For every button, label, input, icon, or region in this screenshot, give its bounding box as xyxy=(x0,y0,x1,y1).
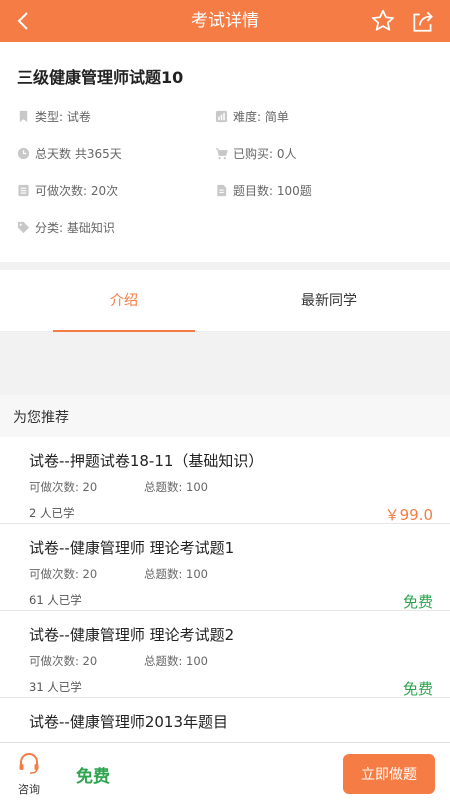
active-tab-indicator xyxy=(53,330,195,332)
recommend-header: 为您推荐 xyxy=(0,395,450,437)
exam-type: 类型: 试卷 xyxy=(17,108,91,125)
exam-questions: 题目数: 100题 xyxy=(215,182,312,199)
list-item[interactable]: 试卷--健康管理师 理论考试题1 可做次数: 20 总题数: 100 61 人已… xyxy=(0,524,450,611)
consult-button[interactable]: 咨询 xyxy=(10,749,48,797)
headset-icon xyxy=(19,753,39,774)
document-icon xyxy=(217,184,227,197)
item-learners: 61 人已学 xyxy=(29,593,82,607)
exam-category: 分类: 基础知识 xyxy=(17,219,115,236)
item-attempts: 可做次数: 20 xyxy=(29,480,98,494)
item-price: ￥99.0 xyxy=(384,506,433,524)
item-questions: 总题数: 100 xyxy=(144,480,208,494)
exam-attempts: 可做次数: 20次 xyxy=(17,182,118,199)
exam-duration: 总天数 共365天 xyxy=(17,145,122,162)
item-questions: 总题数: 100 xyxy=(144,654,208,668)
item-attempts: 可做次数: 20 xyxy=(29,567,98,581)
exam-title: 三级健康管理师试题10 xyxy=(17,68,184,87)
intro-content xyxy=(0,333,450,393)
cart-icon xyxy=(215,148,228,160)
item-learners: 31 人已学 xyxy=(29,680,82,694)
recommend-list: 试卷--押题试卷18-11（基础知识） 可做次数: 20 总题数: 100 2 … xyxy=(0,437,450,750)
recommend-title: 为您推荐 xyxy=(13,410,69,426)
star-icon[interactable] xyxy=(370,8,396,34)
exam-price: 免费 xyxy=(76,767,110,787)
tab-intro[interactable]: 介绍 xyxy=(53,270,195,332)
consult-label: 咨询 xyxy=(18,783,40,796)
top-bar: 考试详情 xyxy=(0,0,450,42)
exam-info-card: 三级健康管理师试题10 类型: 试卷 难度: 简单 总天数 共365天 已购买:… xyxy=(0,42,450,262)
exam-difficulty: 难度: 简单 xyxy=(215,108,289,125)
item-learners: 2 人已学 xyxy=(29,506,75,520)
bottom-bar: 咨询 免费 立即做题 xyxy=(0,742,450,800)
tag-icon xyxy=(17,221,30,234)
list-item[interactable]: 试卷--押题试卷18-11（基础知识） 可做次数: 20 总题数: 100 2 … xyxy=(0,437,450,524)
start-exam-button[interactable]: 立即做题 xyxy=(343,754,435,794)
item-questions: 总题数: 100 xyxy=(144,567,208,581)
item-price: 免费 xyxy=(402,593,433,611)
share-icon[interactable] xyxy=(410,8,436,34)
item-name: 试卷--健康管理师 理论考试题1 xyxy=(29,539,235,557)
item-name: 试卷--健康管理师 理论考试题2 xyxy=(29,626,235,644)
list-icon xyxy=(18,184,29,197)
detail-tabs: 介绍 最新同学 xyxy=(0,270,450,332)
list-item[interactable]: 试卷--健康管理师 理论考试题2 可做次数: 20 总题数: 100 31 人已… xyxy=(0,611,450,698)
exam-purchased: 已购买: 0人 xyxy=(215,145,297,162)
item-attempts: 可做次数: 20 xyxy=(29,654,98,668)
item-name: 试卷--健康管理师2013年题目 xyxy=(29,713,229,731)
item-price: 免费 xyxy=(402,680,433,698)
bookmark-icon xyxy=(19,110,28,123)
bar-chart-icon xyxy=(215,110,228,123)
clock-icon xyxy=(17,147,30,160)
tab-latest-students[interactable]: 最新同学 xyxy=(258,270,400,332)
item-name: 试卷--押题试卷18-11（基础知识） xyxy=(29,452,264,470)
